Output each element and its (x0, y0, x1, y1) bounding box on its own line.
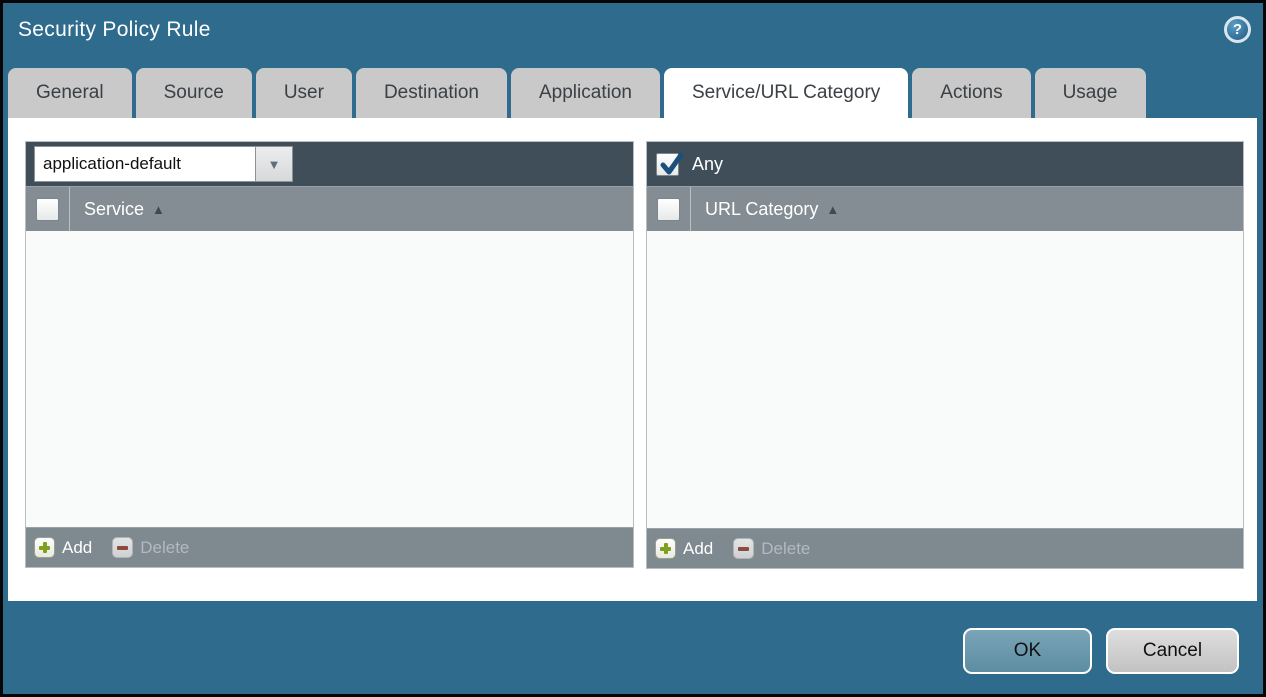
sort-asc-icon: ▲ (826, 202, 839, 217)
service-column-label: Service (84, 199, 144, 220)
url-category-column-header-row: URL Category ▲ (647, 186, 1243, 231)
service-mode-dropdown-button[interactable]: ▼ (256, 146, 293, 182)
ok-button[interactable]: OK (963, 628, 1092, 674)
help-glyph: ? (1233, 21, 1242, 38)
url-category-panel: Any URL Category ▲ Add (646, 141, 1244, 569)
delete-label: Delete (761, 539, 810, 559)
tab-source[interactable]: Source (136, 68, 252, 118)
service-panel-toolbar: application-default ▼ (26, 142, 633, 186)
checkmark-icon (658, 151, 685, 180)
any-checkbox[interactable] (656, 153, 679, 176)
service-selectall-checkbox[interactable] (36, 198, 59, 221)
delete-label: Delete (140, 538, 189, 558)
service-mode-combo: application-default ▼ (34, 146, 293, 182)
add-label: Add (62, 538, 92, 558)
service-panel-footer: Add Delete (26, 527, 633, 567)
url-category-list-body (647, 231, 1243, 528)
url-category-add-button[interactable]: Add (655, 538, 713, 559)
cancel-button[interactable]: Cancel (1106, 628, 1239, 674)
service-column-header[interactable]: Service ▲ (70, 187, 165, 231)
service-delete-button[interactable]: Delete (112, 537, 189, 558)
service-selectall-cell (26, 187, 70, 231)
tab-user[interactable]: User (256, 68, 352, 118)
tab-service-url-category[interactable]: Service/URL Category (664, 68, 908, 118)
any-row: Any (647, 153, 723, 176)
tab-strip: General Source User Destination Applicat… (8, 68, 1263, 118)
url-category-panel-footer: Add Delete (647, 528, 1243, 568)
service-mode-input[interactable]: application-default (34, 146, 256, 182)
url-category-selectall-cell (647, 187, 691, 231)
tab-general[interactable]: General (8, 68, 132, 118)
minus-icon (733, 538, 754, 559)
url-category-column-header[interactable]: URL Category ▲ (691, 187, 839, 231)
security-policy-rule-dialog: Security Policy Rule ? General Source Us… (0, 0, 1266, 697)
service-panel: application-default ▼ Service ▲ (25, 141, 634, 568)
tab-application[interactable]: Application (511, 68, 660, 118)
dialog-title: Security Policy Rule (18, 18, 211, 42)
url-category-selectall-checkbox[interactable] (657, 198, 680, 221)
minus-icon (112, 537, 133, 558)
add-label: Add (683, 539, 713, 559)
url-category-column-label: URL Category (705, 199, 818, 220)
service-add-button[interactable]: Add (34, 537, 92, 558)
tab-destination[interactable]: Destination (356, 68, 507, 118)
service-column-header-row: Service ▲ (26, 186, 633, 231)
tab-actions[interactable]: Actions (912, 68, 1030, 118)
url-category-toolbar: Any (647, 142, 1243, 186)
chevron-down-icon: ▼ (268, 157, 281, 172)
any-label: Any (692, 154, 723, 175)
url-category-delete-button[interactable]: Delete (733, 538, 810, 559)
sort-asc-icon: ▲ (152, 202, 165, 217)
tab-content-area: application-default ▼ Service ▲ (8, 118, 1257, 601)
plus-icon (34, 537, 55, 558)
service-list-body (26, 231, 633, 527)
tab-usage[interactable]: Usage (1035, 68, 1146, 118)
help-icon[interactable]: ? (1224, 16, 1251, 43)
plus-icon (655, 538, 676, 559)
